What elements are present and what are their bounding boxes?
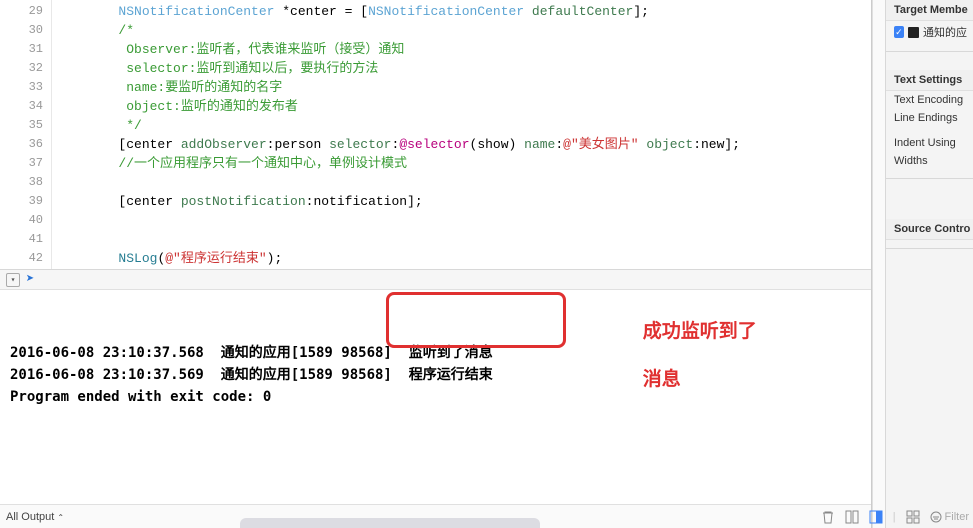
console-disclosure-button[interactable]: ▾	[6, 273, 20, 287]
annotation-text: 成功监听到了 消息	[590, 296, 757, 416]
line-endings-row[interactable]: Line Endings	[886, 109, 973, 127]
widths-row[interactable]: Widths	[886, 152, 973, 170]
grid-icon[interactable]	[906, 510, 920, 524]
trash-icon[interactable]	[821, 510, 835, 524]
text-encoding-row[interactable]: Text Encoding	[886, 91, 973, 109]
console-view-icon[interactable]	[869, 510, 883, 524]
annotation-highlight-box	[386, 292, 566, 348]
code-content[interactable]: NSNotificationCenter *center = [NSNotifi…	[52, 0, 871, 269]
filter-field[interactable]: Filter	[930, 511, 969, 523]
editor-scrollbar[interactable]	[872, 0, 885, 528]
checkbox-checked-icon[interactable]: ✓	[894, 26, 904, 38]
debug-step-icon[interactable]: ➤	[26, 271, 34, 288]
output-filter-dropdown[interactable]: All Output ⌃	[6, 511, 64, 523]
source-control-header: Source Contro	[886, 219, 973, 240]
code-editor[interactable]: 2930313233343536373839404142434445 NSNot…	[0, 0, 871, 269]
target-membership-header: Target Membe	[886, 0, 973, 21]
vars-view-icon[interactable]	[845, 510, 859, 524]
line-number-gutter: 2930313233343536373839404142434445	[0, 0, 52, 269]
text-settings-header: Text Settings	[886, 70, 973, 91]
console-output[interactable]: 2016-06-08 23:10:37.568 通知的应用[1589 98568…	[0, 290, 871, 504]
app-target-icon	[908, 27, 919, 38]
target-label: 通知的应	[923, 24, 967, 40]
target-membership-row[interactable]: ✓ 通知的应	[886, 21, 973, 43]
indent-using-row[interactable]: Indent Using	[886, 127, 973, 152]
macos-dock	[240, 518, 540, 528]
console-toolbar: ▾ ➤	[0, 270, 871, 290]
inspector-sidebar: Target Membe ✓ 通知的应 Text Settings Text E…	[885, 0, 973, 528]
filter-icon	[930, 511, 942, 523]
